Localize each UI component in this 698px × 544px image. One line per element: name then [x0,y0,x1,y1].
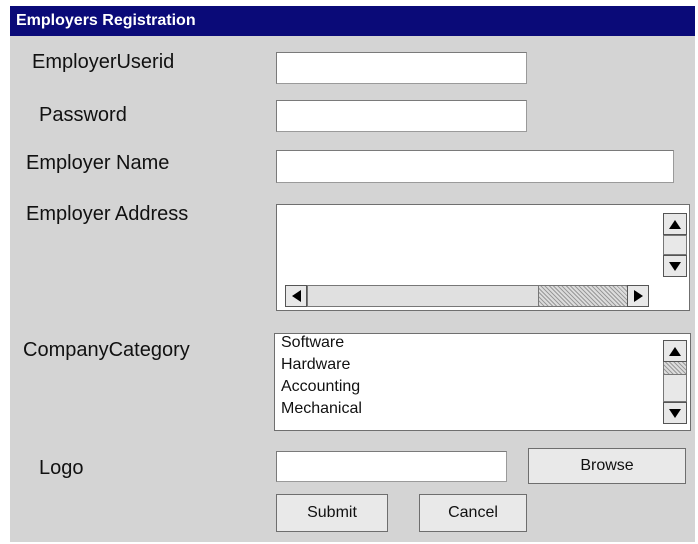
triangle-down-icon [669,261,681,271]
submit-button[interactable]: Submit [276,494,388,532]
address-scroll-up-button[interactable] [663,213,687,235]
address-horizontal-thumb[interactable] [307,285,539,307]
address-textarea[interactable] [276,204,690,311]
logo-file-input[interactable] [276,451,507,482]
category-scroll-down-button[interactable] [663,402,687,424]
cancel-button[interactable]: Cancel [419,494,527,532]
userid-label: EmployerUserid [32,51,175,73]
address-scroll-left-button[interactable] [285,285,307,307]
list-item[interactable]: Software [281,334,344,352]
category-label: CompanyCategory [23,339,190,361]
address-scroll-down-button[interactable] [663,255,687,277]
category-scroll-up-button[interactable] [663,340,687,362]
userid-input[interactable] [276,52,527,84]
address-horizontal-track[interactable] [539,285,627,307]
category-scroll-track[interactable] [663,362,687,374]
address-vertical-thumb[interactable] [663,235,687,255]
registration-window: Employers Registration EmployerUserid Pa… [10,6,695,542]
category-listbox[interactable]: Software Hardware Accounting Mechanical [274,333,691,431]
triangle-left-icon [291,290,301,302]
password-label: Password [39,104,127,126]
name-label: Employer Name [26,152,170,174]
name-input[interactable] [276,150,674,183]
list-item[interactable]: Mechanical [281,400,362,418]
triangle-up-icon [669,219,681,229]
address-label: Employer Address [26,203,189,225]
triangle-down-icon [669,408,681,418]
triangle-right-icon [633,290,643,302]
category-vertical-thumb[interactable] [663,374,687,402]
address-scroll-right-button[interactable] [627,285,649,307]
password-input[interactable] [276,100,527,132]
browse-button[interactable]: Browse [528,448,686,484]
list-item[interactable]: Accounting [281,378,360,396]
window-title: Employers Registration [10,6,695,36]
list-item[interactable]: Hardware [281,356,350,374]
logo-label: Logo [39,457,84,479]
triangle-up-icon [669,346,681,356]
